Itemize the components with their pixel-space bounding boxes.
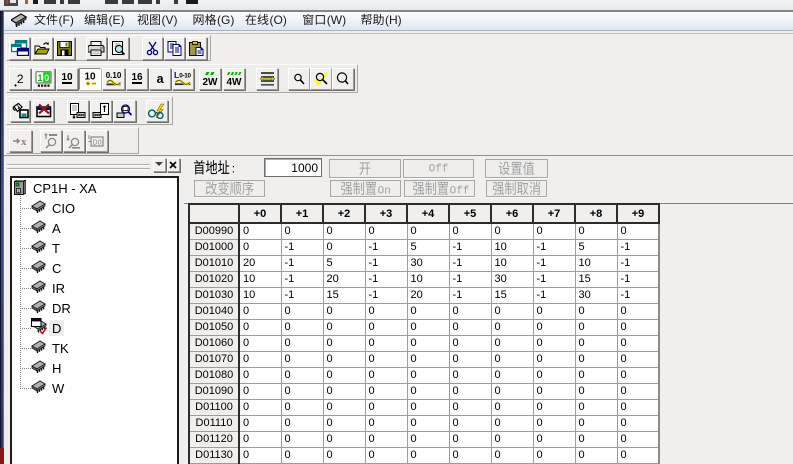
svg-text::: :: [232, 162, 235, 176]
svg-text:(G): (G): [217, 13, 234, 27]
svg-text:On: On: [378, 185, 391, 197]
svg-text:(H): (H): [385, 13, 402, 27]
svg-text:(E): (E): [109, 13, 125, 27]
svg-text:(O): (O): [270, 13, 287, 27]
svg-text:(W): (W): [327, 13, 346, 27]
svg-text:Off: Off: [429, 164, 449, 176]
svg-text:(V): (V): [162, 13, 178, 27]
svg-text:(F): (F): [59, 13, 74, 27]
svg-text:Off: Off: [450, 185, 470, 197]
